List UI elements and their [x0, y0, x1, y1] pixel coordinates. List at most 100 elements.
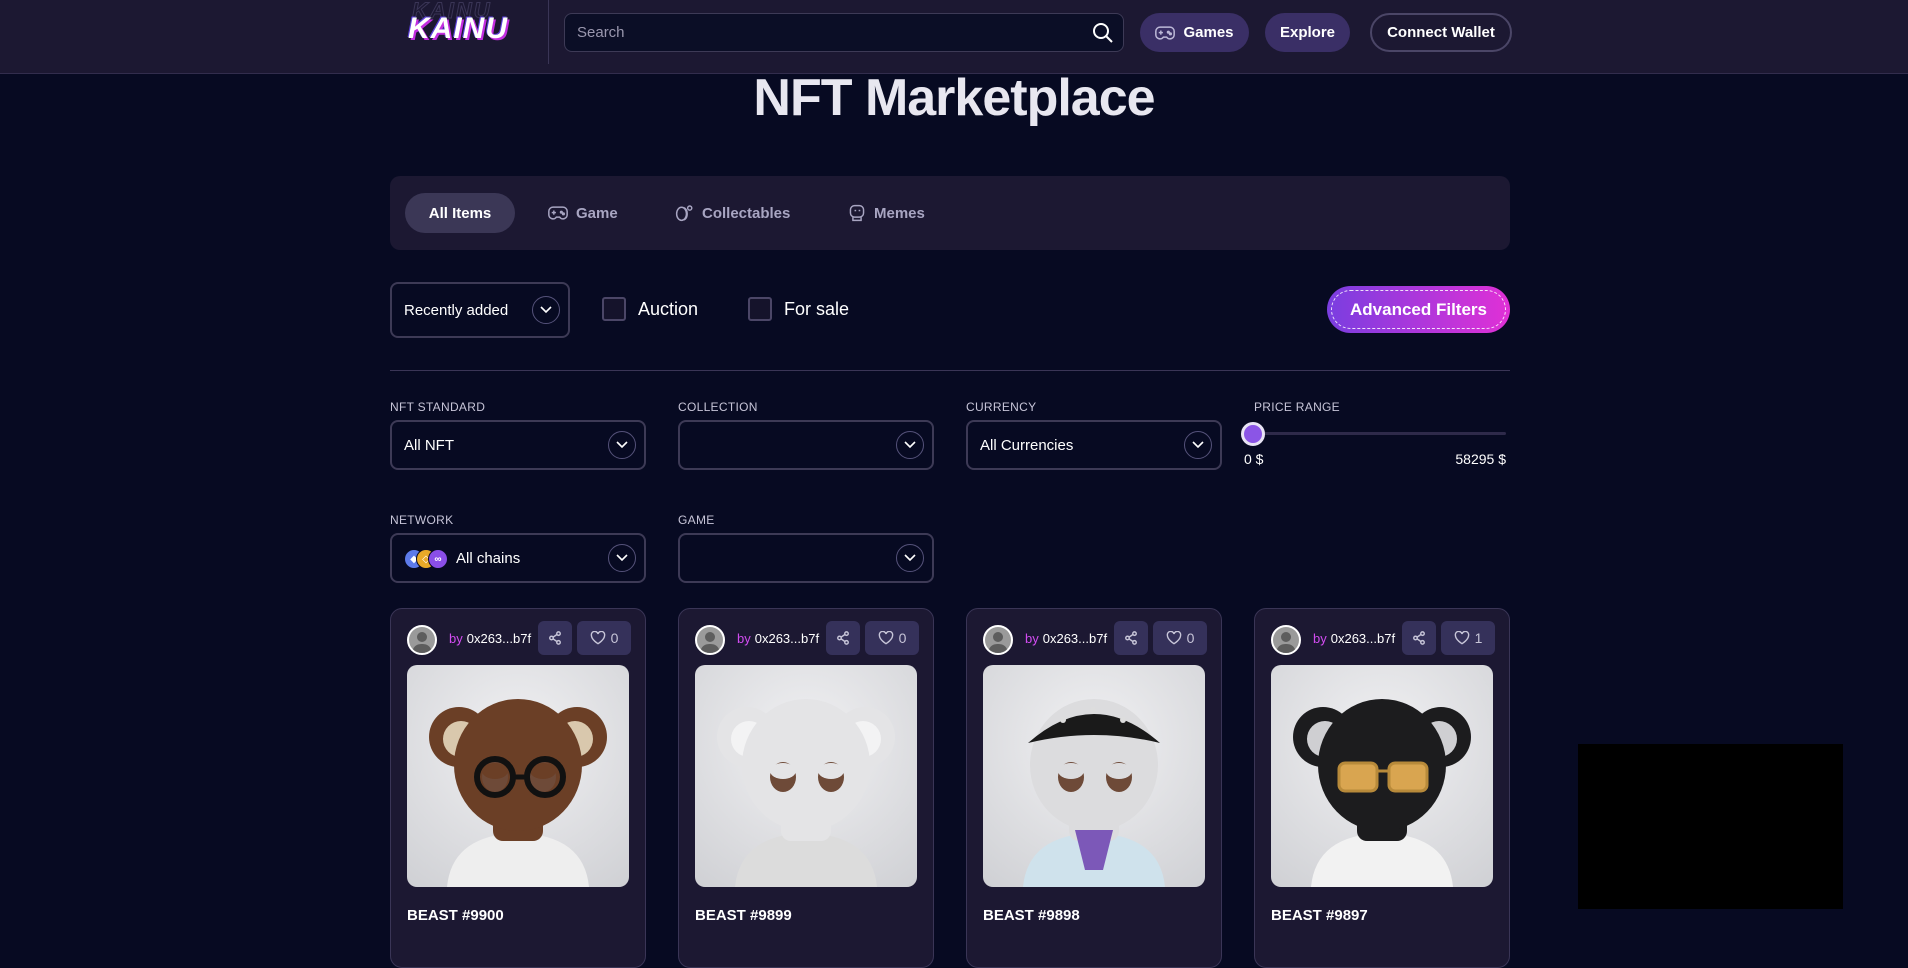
explore-button[interactable]: Explore	[1265, 13, 1350, 52]
tab-game[interactable]: Game	[548, 193, 618, 233]
owner-avatar[interactable]	[695, 625, 725, 655]
heart-icon	[1454, 631, 1469, 645]
tab-game-label: Game	[576, 204, 618, 222]
like-button[interactable]: 0	[577, 621, 631, 655]
by-label: by	[737, 631, 751, 646]
auction-checkbox[interactable]: Auction	[602, 297, 698, 321]
auction-label: Auction	[638, 298, 699, 319]
share-button[interactable]	[1114, 621, 1148, 655]
nft-standard-value: All NFT	[404, 437, 454, 454]
chevron-down-icon	[896, 544, 924, 572]
collection-select[interactable]	[678, 420, 934, 470]
owner-avatar[interactable]	[1271, 625, 1301, 655]
sort-select-value: Recently added	[404, 302, 509, 319]
currency-label: CURRENCY	[966, 400, 1037, 414]
nft-standard-select[interactable]: All NFT	[390, 420, 646, 470]
price-range-track[interactable]	[1254, 432, 1506, 435]
header-divider	[548, 0, 549, 64]
sort-select[interactable]: Recently added	[390, 282, 570, 338]
nft-name: BEAST #9898	[983, 907, 1080, 924]
like-button[interactable]: 0	[1153, 621, 1207, 655]
owner-line: by 0x263...b7f	[737, 631, 819, 646]
nft-card[interactable]: by 0x263...b7f 0 BEAST #9899	[678, 608, 934, 968]
network-value: All chains	[456, 550, 521, 567]
share-button[interactable]	[538, 621, 572, 655]
price-range-slider-handle[interactable]	[1241, 422, 1265, 446]
tab-collectables[interactable]: Collectables	[674, 193, 790, 233]
share-icon	[1125, 631, 1137, 645]
share-icon	[837, 631, 849, 645]
nft-name: BEAST #9897	[1271, 907, 1368, 924]
search-input[interactable]	[577, 14, 1077, 51]
like-button[interactable]: 1	[1441, 621, 1495, 655]
by-label: by	[1025, 631, 1039, 646]
for-sale-checkbox-box[interactable]	[748, 297, 772, 321]
connect-wallet-button[interactable]: Connect Wallet	[1370, 13, 1512, 52]
chain-icons: ◆ ◇ ∞	[404, 549, 448, 569]
owner-address[interactable]: 0x263...b7f	[1331, 631, 1395, 646]
top-navbar: KAINU KAINU Games Explore Connect Wallet	[0, 0, 1908, 74]
page-title: NFT Marketplace	[753, 69, 1155, 127]
game-select[interactable]	[678, 533, 934, 583]
games-button[interactable]: Games	[1140, 13, 1249, 52]
chevron-down-icon	[896, 431, 924, 459]
currency-select[interactable]: All Currencies	[966, 420, 1222, 470]
logo-text: KAINU	[408, 12, 508, 45]
network-select[interactable]: ◆ ◇ ∞ All chains	[390, 533, 646, 583]
for-sale-checkbox[interactable]: For sale	[748, 297, 849, 321]
like-count: 0	[610, 630, 619, 646]
owner-line: by 0x263...b7f	[449, 631, 531, 646]
share-button[interactable]	[826, 621, 860, 655]
owner-line: by 0x263...b7f	[1025, 631, 1107, 646]
nft-card[interactable]: by 0x263...b7f 0 BEAST #9898	[966, 608, 1222, 968]
nft-card[interactable]: by 0x263...b7f 1 BEAST #9897	[1254, 608, 1510, 968]
search-bar	[564, 13, 1124, 52]
network-label: NETWORK	[390, 513, 454, 527]
nft-name: BEAST #9900	[407, 907, 504, 924]
share-icon	[549, 631, 561, 645]
owner-address[interactable]: 0x263...b7f	[467, 631, 531, 646]
collection-label: COLLECTION	[678, 400, 758, 414]
meme-face-icon	[849, 204, 865, 222]
chevron-down-icon	[608, 544, 636, 572]
share-button[interactable]	[1402, 621, 1436, 655]
game-label: GAME	[678, 513, 715, 527]
nft-image[interactable]	[695, 665, 917, 887]
tab-collectables-label: Collectables	[702, 204, 791, 222]
kainu-logo[interactable]: KAINU KAINU	[408, 0, 532, 50]
tab-all-items-label: All Items	[428, 204, 492, 222]
nft-card[interactable]: by 0x263...b7f 0 BEAST #9900	[390, 608, 646, 968]
nft-standard-label: NFT STANDARD	[390, 400, 486, 414]
heart-icon	[878, 631, 893, 645]
heart-icon	[1166, 631, 1181, 645]
polygon-icon: ∞	[428, 549, 448, 569]
price-min-value: 0 $	[1244, 451, 1264, 467]
advanced-filters-label: Advanced Filters	[1350, 299, 1487, 319]
owner-address[interactable]: 0x263...b7f	[755, 631, 819, 646]
nft-image[interactable]	[983, 665, 1205, 887]
owner-address[interactable]: 0x263...b7f	[1043, 631, 1107, 646]
search-icon[interactable]	[1091, 21, 1115, 45]
nft-image[interactable]	[407, 665, 629, 887]
auction-checkbox-box[interactable]	[602, 297, 626, 321]
games-label: Games	[1183, 24, 1234, 41]
owner-avatar[interactable]	[983, 625, 1013, 655]
like-count: 1	[1474, 630, 1483, 646]
tab-all-items[interactable]: All Items	[405, 193, 515, 233]
nft-image[interactable]	[1271, 665, 1493, 887]
like-button[interactable]: 0	[865, 621, 919, 655]
nft-name: BEAST #9899	[695, 907, 792, 924]
like-count: 0	[1186, 630, 1195, 646]
like-count: 0	[898, 630, 907, 646]
tab-memes[interactable]: Memes	[848, 193, 925, 233]
chevron-down-icon	[1184, 431, 1212, 459]
advanced-filters-button[interactable]: Advanced Filters	[1327, 286, 1510, 333]
price-range-label: PRICE RANGE	[1254, 400, 1340, 414]
explore-label: Explore	[1279, 24, 1336, 41]
for-sale-label: For sale	[784, 298, 850, 319]
chevron-down-icon	[608, 431, 636, 459]
owner-avatar[interactable]	[407, 625, 437, 655]
video-overlay[interactable]	[1578, 744, 1843, 909]
tab-memes-label: Memes	[874, 204, 925, 222]
filters-divider	[390, 370, 1510, 371]
